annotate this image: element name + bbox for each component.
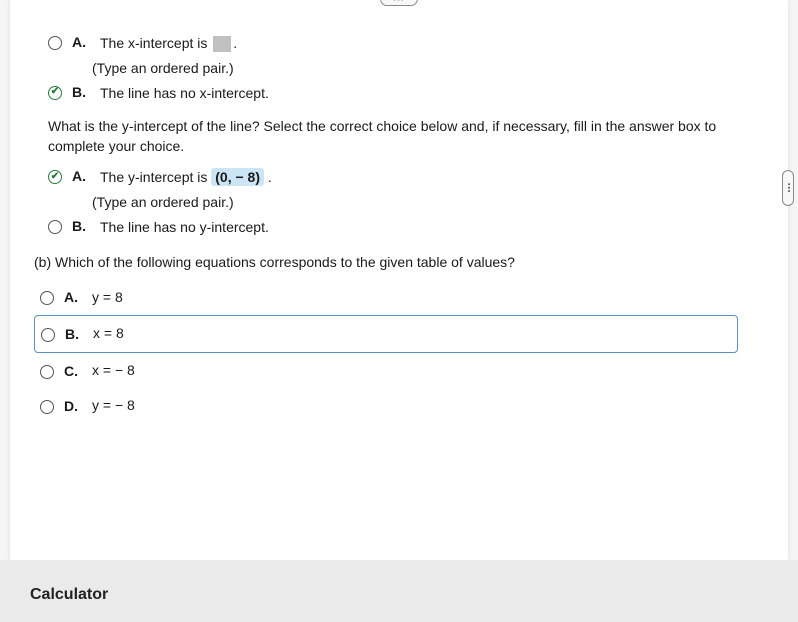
- content-area: A. The x-intercept is . (Type an ordered…: [30, 10, 768, 424]
- text-suffix: .: [268, 169, 272, 185]
- option-text: y = − 8: [92, 396, 135, 416]
- equation-option-d[interactable]: D. y = − 8: [34, 388, 768, 424]
- equation-option-b[interactable]: B. x = 8: [34, 315, 738, 353]
- option-letter: C.: [64, 363, 82, 379]
- calculator-button[interactable]: Calculator: [30, 586, 108, 604]
- x-intercept-option-b[interactable]: B. The line has no x-intercept.: [48, 84, 768, 104]
- answer-blank[interactable]: [213, 36, 231, 52]
- question-panel: ••• ••• A. The x-intercept is . (Type an…: [10, 0, 788, 560]
- option-text: The y-intercept is (0, − 8) .: [100, 168, 272, 188]
- radio-icon[interactable]: [48, 36, 62, 50]
- y-intercept-option-b[interactable]: B. The line has no y-intercept.: [48, 218, 768, 238]
- option-letter: D.: [64, 398, 82, 414]
- radio-icon[interactable]: [40, 400, 54, 414]
- option-letter: B.: [72, 218, 90, 234]
- y-intercept-question: What is the y-intercept of the line? Sel…: [48, 117, 768, 156]
- equation-choices: A. y = 8 B. x = 8 C. x = − 8 D. y = − 8: [30, 280, 768, 424]
- radio-icon[interactable]: [41, 328, 55, 342]
- drag-handle-right[interactable]: •••: [782, 170, 794, 206]
- radio-checked-icon[interactable]: [48, 86, 62, 100]
- y-intercept-option-a[interactable]: A. The y-intercept is (0, − 8) .: [48, 168, 768, 188]
- option-text: y = 8: [92, 288, 123, 308]
- option-text: The x-intercept is .: [100, 34, 237, 54]
- option-text: The line has no x-intercept.: [100, 84, 269, 104]
- equation-question: (b) Which of the following equations cor…: [34, 254, 768, 270]
- option-text: x = 8: [93, 324, 124, 344]
- option-letter: A.: [72, 168, 90, 184]
- option-hint: (Type an ordered pair.): [92, 194, 768, 210]
- footer-bar: Calculator: [0, 560, 798, 622]
- option-letter: B.: [65, 326, 83, 342]
- radio-icon[interactable]: [40, 291, 54, 305]
- text-prefix: The y-intercept is: [100, 169, 207, 185]
- option-text: x = − 8: [92, 361, 135, 381]
- answer-value[interactable]: (0, − 8): [211, 168, 264, 186]
- text-prefix: The x-intercept is: [100, 35, 207, 51]
- radio-checked-icon[interactable]: [48, 170, 62, 184]
- option-letter: B.: [72, 84, 90, 100]
- radio-icon[interactable]: [48, 220, 62, 234]
- option-letter: A.: [72, 34, 90, 50]
- x-intercept-option-a[interactable]: A. The x-intercept is .: [48, 34, 768, 54]
- radio-icon[interactable]: [40, 365, 54, 379]
- equation-option-c[interactable]: C. x = − 8: [34, 353, 768, 389]
- text-suffix: .: [233, 35, 237, 51]
- option-text: The line has no y-intercept.: [100, 218, 269, 238]
- equation-option-a[interactable]: A. y = 8: [34, 280, 768, 316]
- drag-handle-top[interactable]: •••: [380, 0, 418, 6]
- option-letter: A.: [64, 289, 82, 305]
- option-hint: (Type an ordered pair.): [92, 60, 768, 76]
